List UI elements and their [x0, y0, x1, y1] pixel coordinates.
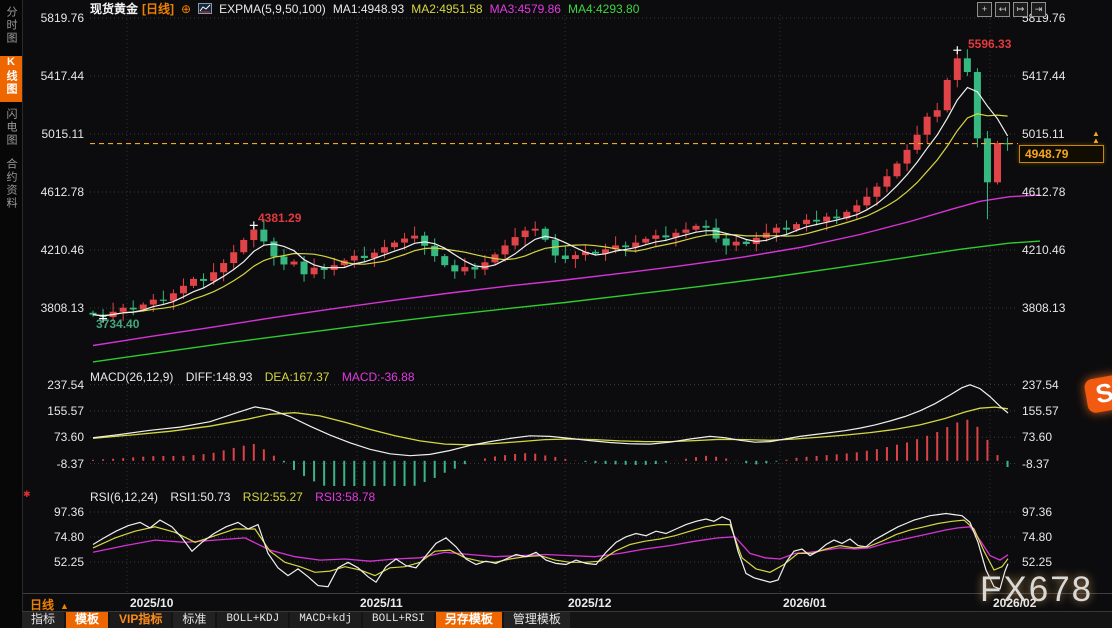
- rsi1-value: RSI1:50.73: [170, 490, 230, 504]
- rsi-axis-label: 74.80: [26, 530, 84, 544]
- ma2-value: MA2:4951.58: [411, 2, 482, 16]
- date-label: 2025/10: [130, 596, 173, 610]
- toolbar-vip-indicators-button[interactable]: VIP指标: [110, 612, 171, 628]
- period-selector-label: 日线: [30, 598, 54, 612]
- sidebar-item-label: 分时图: [3, 6, 19, 45]
- rsi3-value: RSI3:58.78: [315, 490, 375, 504]
- pan-icon[interactable]: +: [977, 2, 992, 17]
- toolbar-boll-kdj-button[interactable]: BOLL+KDJ: [217, 612, 288, 628]
- fx678-watermark: FX678: [980, 570, 1093, 610]
- date-label: 2026/01: [783, 596, 826, 610]
- s-logo-badge: S: [1083, 374, 1112, 414]
- next-view-icon[interactable]: ↦: [1013, 2, 1028, 17]
- price-axis-label: 5819.76: [26, 11, 84, 25]
- rsi-axis-label: 97.36: [1022, 505, 1052, 519]
- toolbar-standard-button[interactable]: 标准: [173, 612, 215, 628]
- rsi-panel-header: RSI(6,12,24) RSI1:50.73 RSI2:55.27 RSI3:…: [90, 490, 384, 504]
- macd-axis-label: 237.54: [1022, 378, 1059, 392]
- chart-style-icon[interactable]: [198, 2, 212, 16]
- toolbar-templates-button[interactable]: 模板: [66, 612, 108, 628]
- sidebar-item-kline-chart[interactable]: K线图: [0, 56, 22, 102]
- october-peak-annotation: 4381.29: [258, 211, 301, 225]
- expand-panel-icon[interactable]: ⇥: [1031, 2, 1046, 17]
- macd-axis-label: 155.57: [1022, 404, 1059, 418]
- price-axis-label: 3808.13: [1022, 301, 1065, 315]
- indicator-label: EXPMA(5,9,50,100): [219, 2, 326, 16]
- date-label: 2025/12: [568, 596, 611, 610]
- sidebar-item-label: 闪电图: [3, 108, 19, 147]
- sidebar-item-label: K线图: [3, 56, 19, 96]
- macd-panel-header: MACD(26,12,9) DIFF:148.93 DEA:167.37 MAC…: [90, 370, 424, 384]
- last-price-tag: 4948.79: [1019, 145, 1104, 163]
- macd-axis-label: 237.54: [26, 378, 84, 392]
- price-axis-label: 3808.13: [26, 301, 84, 315]
- macd-axis-label: 73.60: [1022, 430, 1052, 444]
- chart-type-sidebar: 分时图 K线图 闪电图 合约资料: [0, 0, 23, 628]
- sidebar-item-time-chart[interactable]: 分时图: [0, 6, 22, 50]
- circle-plus-icon[interactable]: ⊕: [181, 2, 191, 16]
- indicator-toolbar: 指标 模板 VIP指标 标准 BOLL+KDJ MACD+kdj BOLL+RS…: [22, 611, 1112, 628]
- toolbar-manage-template-button[interactable]: 管理模板: [504, 612, 570, 628]
- rsi2-value: RSI2:55.27: [243, 490, 303, 504]
- rsi-axis-label: 52.25: [26, 555, 84, 569]
- rsi-axis-label: 74.80: [1022, 530, 1052, 544]
- ma4-value: MA4:4293.80: [568, 2, 639, 16]
- date-label: 2025/11: [360, 596, 403, 610]
- ma1-value: MA1:4948.93: [333, 2, 404, 16]
- price-axis-label: 4612.78: [26, 185, 84, 199]
- price-axis-label: 5417.44: [1022, 69, 1065, 83]
- toolbar-indicators-button[interactable]: 指标: [22, 612, 64, 628]
- sidebar-item-label: 合约资料: [3, 158, 19, 210]
- start-low-annotation: 3734.40: [96, 317, 139, 331]
- triangle-up-icon: ▲: [60, 601, 69, 611]
- macd-axis-label: -8.37: [1022, 457, 1049, 471]
- peak-price-annotation: 5596.33: [968, 37, 1011, 51]
- toolbar-boll-rsi-button[interactable]: BOLL+RSI: [363, 612, 434, 628]
- price-axis-label: 5015.11: [1022, 127, 1065, 141]
- macd-axis-label: 155.57: [26, 404, 84, 418]
- timeline-separator: [22, 593, 1112, 594]
- chart-canvas: [0, 0, 1112, 628]
- period-label[interactable]: [日线]: [142, 0, 174, 17]
- alert-marker-icon: ✱: [23, 489, 31, 500]
- rsi-axis-label: 97.36: [26, 505, 84, 519]
- symbol-name: 现货黄金: [90, 0, 138, 17]
- sidebar-item-lightning-chart[interactable]: 闪电图: [0, 108, 22, 152]
- rsi-axis-label: 52.25: [1022, 555, 1052, 569]
- window-controls: + ↤ ↦ ⇥: [977, 2, 1046, 17]
- sidebar-item-contract-info[interactable]: 合约资料: [0, 158, 22, 218]
- price-axis-label: 5417.44: [26, 69, 84, 83]
- macd-axis-label: 73.60: [26, 430, 84, 444]
- macd-axis-label: -8.37: [26, 457, 84, 471]
- macd-dea-value: DEA:167.37: [265, 370, 330, 384]
- toolbar-macd-kdj-button[interactable]: MACD+kdj: [290, 612, 361, 628]
- chart-header: 现货黄金 [日线] ⊕ EXPMA(5,9,50,100) MA1:4948.9…: [90, 1, 639, 16]
- ma3-value: MA3:4579.86: [490, 2, 561, 16]
- macd-hist-value: MACD:-36.88: [342, 370, 415, 384]
- price-axis-label: 5015.11: [26, 127, 84, 141]
- macd-diff-value: DIFF:148.93: [186, 370, 253, 384]
- price-up-arrows-icon: ▲▲: [1092, 130, 1100, 144]
- price-axis-label: 4210.46: [26, 243, 84, 257]
- price-axis-label: 4612.78: [1022, 185, 1065, 199]
- trading-app-window: 分时图 K线图 闪电图 合约资料 现货黄金 [日线] ⊕ EXPMA(5,9,5…: [0, 0, 1112, 628]
- toolbar-save-template-button[interactable]: 另存模板: [436, 612, 502, 628]
- previous-view-icon[interactable]: ↤: [995, 2, 1010, 17]
- rsi-title: RSI(6,12,24): [90, 490, 158, 504]
- macd-title: MACD(26,12,9): [90, 370, 173, 384]
- price-axis-label: 4210.46: [1022, 243, 1065, 257]
